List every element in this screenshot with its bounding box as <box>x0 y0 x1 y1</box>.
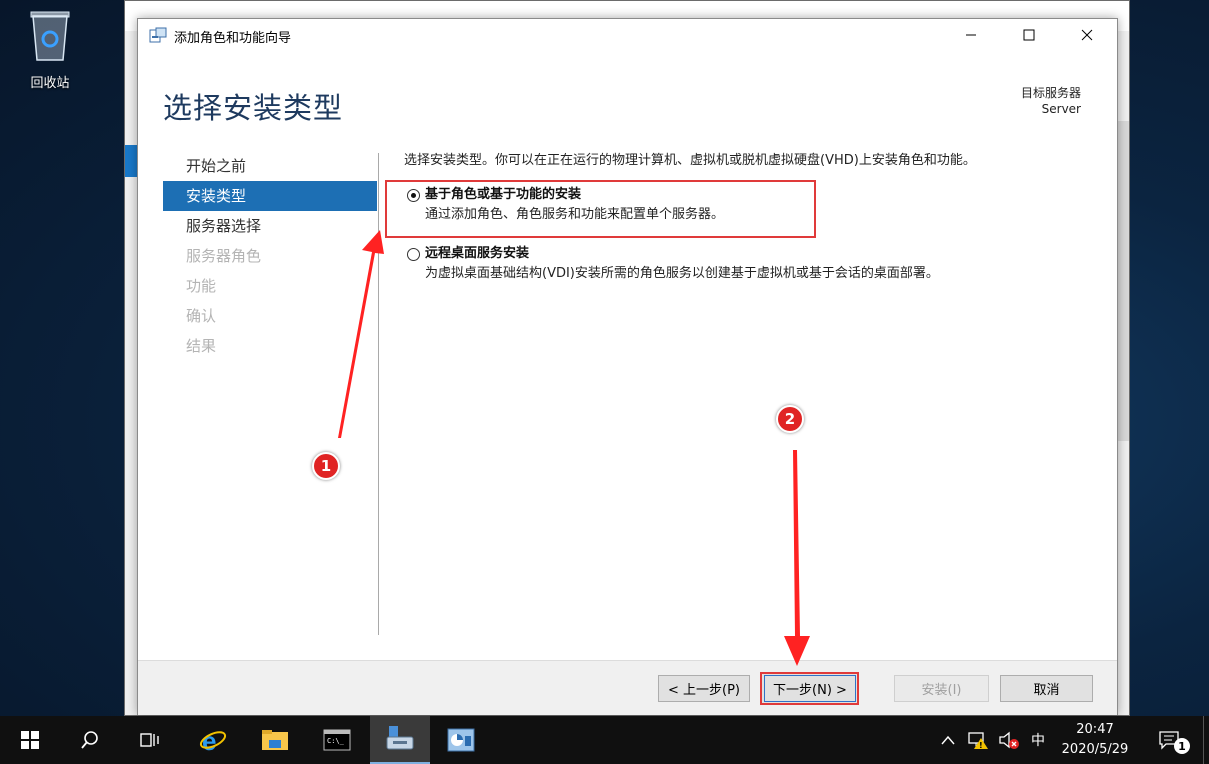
folder-icon <box>262 730 288 750</box>
next-button[interactable]: 下一步(N) > <box>764 675 856 702</box>
wizard-header: 选择安装类型 目标服务器 Server <box>138 51 1117 131</box>
intro-text: 选择安装类型。你可以在正在运行的物理计算机、虚拟机或脱机虚拟硬盘(VHD)上安装… <box>404 153 976 168</box>
nav-item-installation-type[interactable]: 安装类型 <box>163 181 377 211</box>
taskbar: e C:\_ ! 中 20:47 2020/5/29 1 <box>0 716 1209 764</box>
remote-desktop-radio[interactable] <box>407 248 420 261</box>
nav-item-before-you-begin[interactable]: 开始之前 <box>163 151 377 181</box>
maximize-button[interactable] <box>1000 19 1058 51</box>
clock-date: 2020/5/29 <box>1061 742 1129 757</box>
action-center-button[interactable]: 1 <box>1152 716 1190 764</box>
taskbar-server-manager[interactable] <box>431 716 491 764</box>
taskbar-file-explorer[interactable] <box>245 716 305 764</box>
destination-label: 目标服务器 <box>1020 86 1081 100</box>
cancel-button[interactable]: 取消 <box>1000 675 1093 702</box>
recycle-bin-icon <box>25 6 75 62</box>
volume-tray-button[interactable] <box>996 716 1022 764</box>
notification-count-badge: 1 <box>1174 738 1190 754</box>
remote-desktop-title: 远程桌面服务安装 <box>425 246 530 261</box>
windows-logo-icon <box>21 731 39 749</box>
recycle-bin-label: 回收站 <box>30 76 70 91</box>
clock-time: 20:47 <box>1076 722 1114 737</box>
show-hidden-icons-button[interactable] <box>936 716 960 764</box>
annotation-badge-1: 1 <box>312 452 340 480</box>
recycle-bin-desktop-icon[interactable]: 回收站 <box>14 6 86 91</box>
internet-explorer-icon: e <box>199 726 227 754</box>
network-warning-icon: ! <box>968 732 988 750</box>
minimize-button[interactable] <box>942 19 1000 51</box>
volume-muted-icon <box>999 731 1019 749</box>
dashboard-icon <box>447 728 475 752</box>
title-bar[interactable]: 添加角色和功能向导 <box>138 19 1117 51</box>
search-button[interactable] <box>60 716 120 764</box>
task-view-icon <box>140 733 159 747</box>
remote-desktop-desc: 为虚拟桌面基础结构(VDI)安装所需的角色服务以创建基于虚拟机或基于会话的桌面部… <box>425 266 939 281</box>
close-button[interactable] <box>1058 19 1116 51</box>
svg-text:!: ! <box>979 741 983 750</box>
nav-item-confirmation: 确认 <box>186 307 217 325</box>
wizard-nav: 开始之前 安装类型 服务器选择 服务器角色 功能 确认 结果 <box>163 151 377 361</box>
nav-item-server-roles: 服务器角色 <box>186 247 262 265</box>
destination-server: 目标服务器 Server <box>1021 85 1081 117</box>
nav-item-results: 结果 <box>186 337 217 355</box>
start-button[interactable] <box>0 716 60 764</box>
nav-item-server-selection[interactable]: 服务器选择 <box>163 211 377 241</box>
window-title: 添加角色和功能向导 <box>174 31 292 46</box>
network-tray-button[interactable]: ! <box>964 716 992 764</box>
wizard-footer: < 上一步(P) 下一步(N) > 安装(I) 取消 <box>138 660 1117 715</box>
wizard-app-icon <box>149 27 167 43</box>
svg-text:C:\_: C:\_ <box>327 737 345 745</box>
page-title: 选择安装类型 <box>163 91 344 125</box>
add-roles-wizard-window: 添加角色和功能向导 选择安装类型 目标服务器 Server 开始之前 安装类型 … <box>137 18 1118 715</box>
clock[interactable]: 20:47 2020/5/29 <box>1050 720 1140 760</box>
destination-server-name: Server <box>1041 102 1081 116</box>
ime-indicator[interactable]: 中 <box>1026 716 1050 764</box>
option-remote-desktop[interactable]: 远程桌面服务安装 为虚拟桌面基础结构(VDI)安装所需的角色服务以创建基于虚拟机… <box>404 244 1104 284</box>
task-view-button[interactable] <box>120 716 180 764</box>
taskbar-command-prompt[interactable]: C:\_ <box>307 716 367 764</box>
command-prompt-icon: C:\_ <box>323 729 351 751</box>
annotation-highlight-option <box>385 180 816 238</box>
annotation-badge-2: 2 <box>776 405 804 433</box>
taskbar-server-manager-wizard[interactable] <box>370 716 430 764</box>
server-manager-icon <box>386 726 414 750</box>
install-button: 安装(I) <box>894 675 989 702</box>
search-icon <box>81 731 98 749</box>
taskbar-internet-explorer[interactable]: e <box>183 716 243 764</box>
chevron-up-icon <box>941 735 955 745</box>
previous-button[interactable]: < 上一步(P) <box>658 675 750 702</box>
nav-divider <box>378 153 379 635</box>
show-desktop-button[interactable] <box>1203 716 1209 764</box>
nav-item-features: 功能 <box>186 277 217 295</box>
